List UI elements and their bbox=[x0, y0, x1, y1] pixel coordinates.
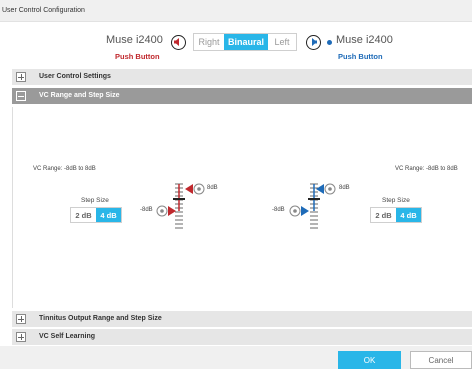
section-tinnitus-output[interactable]: Tinnitus Output Range and Step Size bbox=[12, 311, 472, 327]
left-vc-range-label: VC Range: -8dB to 8dB bbox=[33, 166, 96, 172]
speaker-left-icon[interactable] bbox=[171, 35, 186, 50]
left-device-name: Muse i2400 bbox=[106, 34, 163, 46]
section-label: VC Self Learning bbox=[39, 333, 96, 340]
right-min-handle[interactable] bbox=[289, 204, 311, 222]
section-label: VC Range and Step Size bbox=[39, 92, 120, 99]
left-device-sub: Push Button bbox=[115, 52, 160, 61]
device-header: Muse i2400 Push Button Right Binaural Le… bbox=[0, 22, 472, 64]
minus-icon[interactable] bbox=[16, 91, 26, 101]
side-binaural-option[interactable]: Binaural bbox=[224, 34, 268, 50]
dialog-footer bbox=[0, 346, 472, 369]
left-step-title: Step Size bbox=[81, 197, 109, 204]
speaker-right-icon[interactable] bbox=[306, 35, 321, 50]
right-step-title: Step Size bbox=[382, 197, 410, 204]
left-min-handle[interactable] bbox=[156, 204, 178, 222]
right-step-4db[interactable]: 4 dB bbox=[396, 208, 421, 222]
right-max-label: 8dB bbox=[339, 185, 350, 191]
section-vc-self-learning[interactable]: VC Self Learning bbox=[12, 329, 472, 345]
cancel-button[interactable]: Cancel bbox=[410, 351, 472, 369]
plus-icon[interactable] bbox=[16, 332, 26, 342]
right-step-2db[interactable]: 2 dB bbox=[371, 208, 396, 222]
section-vc-range[interactable]: VC Range and Step Size bbox=[12, 88, 472, 104]
side-selector[interactable]: Right Binaural Left bbox=[193, 33, 297, 51]
right-device-name: Muse i2400 bbox=[336, 34, 393, 46]
right-device-sub: Push Button bbox=[338, 52, 383, 61]
side-right-option[interactable]: Right bbox=[194, 34, 224, 50]
left-max-handle[interactable] bbox=[185, 182, 207, 200]
window-title: User Control Configuration bbox=[0, 0, 472, 22]
section-label: Tinnitus Output Range and Step Size bbox=[39, 315, 162, 322]
right-min-label: -8dB bbox=[272, 207, 285, 213]
right-ear-dot-icon bbox=[327, 40, 332, 45]
right-max-handle[interactable] bbox=[316, 182, 338, 200]
left-step-4db[interactable]: 4 dB bbox=[96, 208, 121, 222]
left-step-selector[interactable]: 2 dB 4 dB bbox=[70, 207, 122, 223]
ok-button[interactable]: OK bbox=[338, 351, 401, 369]
side-left-option[interactable]: Left bbox=[268, 34, 296, 50]
section-label: User Control Settings bbox=[39, 73, 111, 80]
section-user-control-settings[interactable]: User Control Settings bbox=[12, 69, 472, 85]
plus-icon[interactable] bbox=[16, 314, 26, 324]
right-step-selector[interactable]: 2 dB 4 dB bbox=[370, 207, 422, 223]
left-min-label: -8dB bbox=[140, 207, 153, 213]
right-vc-range-label: VC Range: -8dB to 8dB bbox=[395, 166, 458, 172]
left-max-label: 8dB bbox=[207, 185, 218, 191]
plus-icon[interactable] bbox=[16, 72, 26, 82]
left-step-2db[interactable]: 2 dB bbox=[71, 208, 96, 222]
